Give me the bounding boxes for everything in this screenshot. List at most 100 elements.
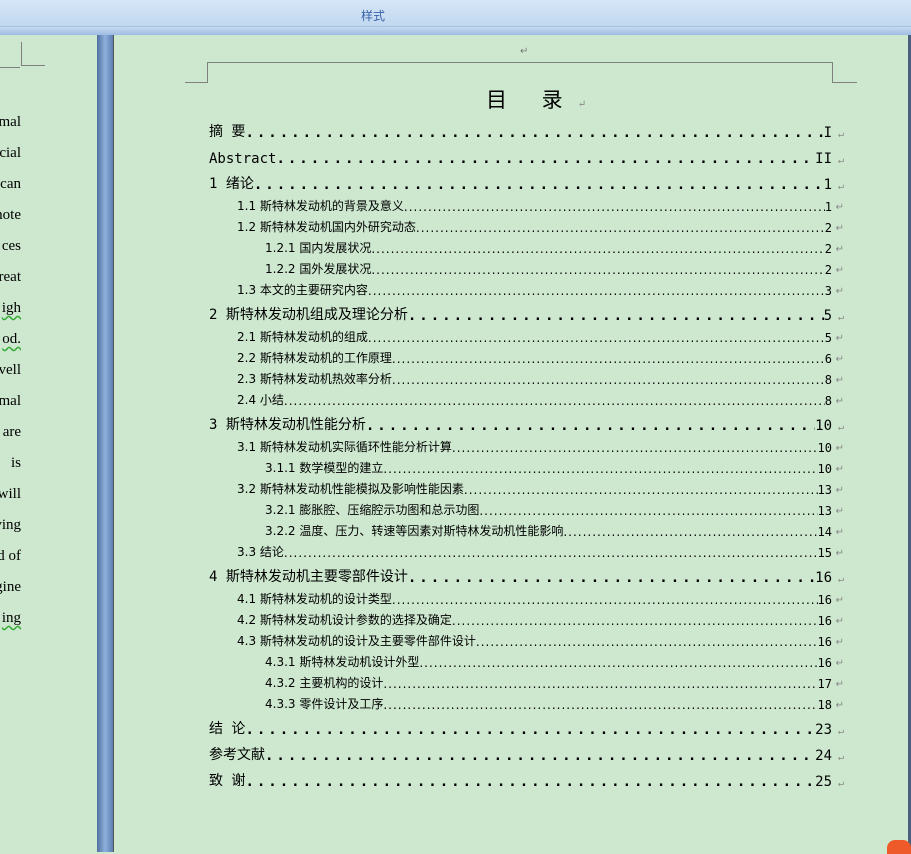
toc-leader-dots: ........................................… <box>403 200 825 214</box>
toc-entry[interactable]: 1.3 本文的主要研究内容...........................… <box>209 279 844 300</box>
toc-leader-dots: ........................................… <box>383 698 818 712</box>
toc-entry[interactable]: Abstract................................… <box>209 143 844 169</box>
paragraph-mark: ↵ <box>835 333 844 344</box>
toc-page-number: 3 <box>824 284 832 298</box>
toc-entry-title: 3 斯特林发动机性能分析 <box>209 417 366 433</box>
body-text-line: cial <box>0 145 21 161</box>
toc-entry[interactable]: 2.1 斯特林发动机的组成...........................… <box>209 326 844 347</box>
toc-entry-title: 1.1 斯特林发动机的背景及意义 <box>237 199 404 213</box>
paragraph-mark: ↵ <box>835 527 844 538</box>
paragraph-mark: ↵ <box>837 778 844 789</box>
toc-entry[interactable]: 4.3.1 斯特林发动机设计外型........................… <box>209 651 844 672</box>
body-text-line: ing <box>1 610 21 626</box>
crop-mark <box>832 62 857 83</box>
body-text-line: od. <box>2 331 21 347</box>
toc-page-number: 10 <box>817 462 832 476</box>
toc-entry[interactable]: 4.3 斯特林发动机的设计及主要零件部件设计..................… <box>209 630 844 651</box>
toc-entry[interactable]: 3.3 结论..................................… <box>209 541 844 562</box>
paragraph-mark: ↵ <box>835 396 844 407</box>
body-text-line: are <box>2 424 21 440</box>
crop-mark <box>21 65 45 66</box>
toc-entry[interactable]: 3.1 斯特林发动机实际循环性能分析计算....................… <box>209 436 844 457</box>
toc-entry[interactable]: 3.2 斯特林发动机性能模拟及影响性能因素...................… <box>209 478 844 499</box>
body-text-line: ces <box>1 238 21 254</box>
toc-leader-dots: ........................................… <box>383 462 818 476</box>
body-text-line: igh <box>1 300 21 316</box>
toc-entry[interactable]: 致 谢.....................................… <box>209 766 844 792</box>
paragraph-mark: ↵ <box>835 679 844 690</box>
toc-title-text: 目 录 <box>486 88 577 112</box>
toc-leader-dots: ........................................… <box>367 331 825 345</box>
toc-entry-title: 2.3 斯特林发动机热效率分析 <box>237 372 392 386</box>
toc-entry[interactable]: 2.2 斯特林发动机的工作原理.........................… <box>209 347 844 368</box>
toc-leader-dots: ........................................… <box>407 308 824 324</box>
toc-entry-title: 3.2 斯特林发动机性能模拟及影响性能因素 <box>237 482 464 496</box>
toc-page-number: 1 <box>824 200 832 214</box>
toc-entry[interactable]: 1.2.2 国外发展状况............................… <box>209 258 844 279</box>
toc-page-number: 10 <box>815 418 832 434</box>
toc-entry[interactable]: 4 斯特林发动机主要零部件设计.........................… <box>209 562 844 588</box>
toc-entry[interactable]: 摘 要.....................................… <box>209 117 844 143</box>
paragraph-mark: ↵ <box>835 637 844 648</box>
toc-entry[interactable]: 4.1 斯特林发动机的设计类型.........................… <box>209 588 844 609</box>
toc-entry-title: 1.3 本文的主要研究内容 <box>237 283 368 297</box>
toc-leader-dots: ........................................… <box>463 483 818 497</box>
toc-leader-dots: ........................................… <box>391 352 825 366</box>
toc-leader-dots: ........................................… <box>367 284 825 298</box>
paragraph-mark: ↵ <box>837 752 844 763</box>
toc-entry[interactable]: 1.1 斯特林发动机的背景及意义........................… <box>209 195 844 216</box>
toc-leader-dots: ........................................… <box>383 677 818 691</box>
toc-leader-dots: ........................................… <box>253 177 824 193</box>
header-line <box>207 62 832 63</box>
toc-leader-dots: ........................................… <box>391 373 825 387</box>
toc-page-number: 15 <box>817 546 832 560</box>
toc-entry[interactable]: 2.4 小结..................................… <box>209 389 844 410</box>
paragraph-mark: ↵ <box>835 595 844 606</box>
toc-page-number: I <box>823 125 832 141</box>
toc-page-number: 2 <box>824 263 832 277</box>
styles-group-bar: 样式 <box>0 0 911 27</box>
toc-entry-title: 4 斯特林发动机主要零部件设计 <box>209 569 408 585</box>
body-text-line: d of <box>0 548 21 564</box>
toc-entry[interactable]: 4.2 斯特林发动机设计参数的选择及确定....................… <box>209 609 844 630</box>
paragraph-mark: ↵ <box>835 375 844 386</box>
toc-entry[interactable]: 3.2.2 温度、压力、转速等因素对斯特林发动机性能影响............… <box>209 520 844 541</box>
body-text-line: will <box>0 486 21 502</box>
toc-leader-dots: ........................................… <box>391 593 818 607</box>
toc-page-number: 24 <box>815 748 832 764</box>
body-text-line: is <box>10 455 21 471</box>
body-text-line: note <box>0 207 21 223</box>
ruler-strip <box>0 27 911 35</box>
toc-leader-dots: ........................................… <box>371 242 825 256</box>
toc-entry[interactable]: 4.3.2 主要机构的设计...........................… <box>209 672 844 693</box>
toc-page-number: 16 <box>817 614 832 628</box>
toc-entry-title: 参考文献 <box>209 747 265 763</box>
paragraph-mark: ↵ <box>520 46 529 57</box>
styles-group-label[interactable]: 样式 <box>361 7 385 24</box>
toc-entry[interactable]: 结 论.....................................… <box>209 714 844 740</box>
previous-page: mal cial can note ces reat igh od. vell mal are is w… <box>0 35 97 852</box>
toc-leader-dots: ........................................… <box>563 525 818 539</box>
toc-entry[interactable]: 3.2.1 膨胀腔、压缩腔示功图和总示功图...................… <box>209 499 844 520</box>
toc-page-number: 13 <box>817 504 832 518</box>
toc-entry[interactable]: 2 斯特林发动机组成及理论分析.........................… <box>209 300 844 326</box>
body-text-line: mal <box>0 114 21 130</box>
body-text-line: ving <box>0 517 21 533</box>
toc-entry-title: 3.1.1 数学模型的建立 <box>265 461 384 475</box>
page-gap-splitter[interactable] <box>97 35 114 852</box>
paragraph-mark: ↵ <box>835 485 844 496</box>
toc-entry[interactable]: 1 绪论....................................… <box>209 169 844 195</box>
paragraph-mark: ↵ <box>837 726 844 737</box>
toc-leader-dots: ........................................… <box>371 263 825 277</box>
toc-page-number: 13 <box>817 483 832 497</box>
toc-entry[interactable]: 2.3 斯特林发动机热效率分析.........................… <box>209 368 844 389</box>
toc-entry[interactable]: 1.2.1 国内发展状况............................… <box>209 237 844 258</box>
toc-page-number: 6 <box>824 352 832 366</box>
toc-leader-dots: ........................................… <box>407 570 815 586</box>
toc-entry[interactable]: 参考文献....................................… <box>209 740 844 766</box>
toc-entry[interactable]: 1.2 斯特林发动机国内外研究动态.......................… <box>209 216 844 237</box>
toc-entry[interactable]: 3 斯特林发动机性能分析............................… <box>209 410 844 436</box>
toc-entry-title: 4.3 斯特林发动机的设计及主要零件部件设计 <box>237 634 476 648</box>
toc-entry[interactable]: 4.3.3 零件设计及工序...........................… <box>209 693 844 714</box>
toc-entry[interactable]: 3.1.1 数学模型的建立...........................… <box>209 457 844 478</box>
